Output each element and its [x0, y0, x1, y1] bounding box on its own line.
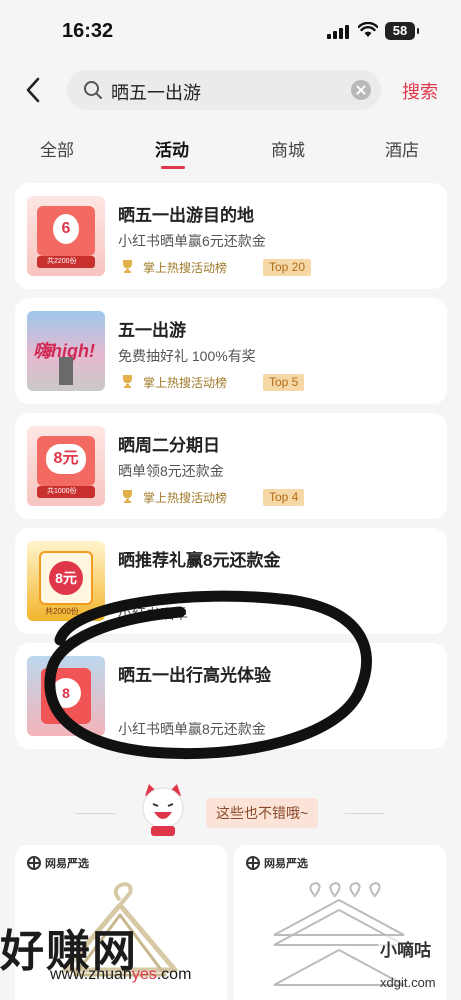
thumb-caption: 共1000份 [47, 488, 77, 495]
activity-thumbnail: 6 共2200份 [27, 196, 105, 276]
brand-name: 网易严选 [264, 858, 308, 870]
battery-icon: 58 [385, 22, 419, 40]
thumb-amount: 8 [51, 678, 81, 708]
search-button[interactable]: 搜索 [402, 78, 438, 104]
rank-badge: Top 20 [263, 259, 312, 276]
status-bar: 16:32 58 [0, 0, 461, 60]
activity-title: 五一出游 [118, 321, 186, 340]
rank-label: 掌上热搜活动榜 [143, 376, 228, 390]
tab-activity[interactable]: 活动 [155, 136, 189, 161]
wifi-icon [358, 22, 378, 37]
tab-mall[interactable]: 商城 [271, 136, 305, 161]
cellular-signal-icon [327, 25, 351, 39]
watermark-right-url: xdgit.com [380, 975, 436, 990]
search-query: 晒五一出游 [111, 83, 201, 103]
tab-hotel[interactable]: 酒店 [385, 136, 419, 161]
recommend-label: 这些也不错哦~ [206, 798, 319, 828]
activity-subtitle: 小红书晒单赢8元还款金 [118, 721, 266, 737]
activity-thumbnail: 8元 共1000份 [27, 426, 105, 506]
search-header: 晒五一出游 搜索 [0, 60, 461, 122]
thumb-amount: 8元 [49, 561, 83, 595]
activity-title: 晒五一出游目的地 [118, 206, 254, 225]
thumb-caption: 共2200份 [47, 258, 77, 265]
activity-subtitle: 晒单领8元还款金 [118, 463, 224, 479]
active-tab-indicator [161, 166, 185, 169]
activity-thumbnail: 8元 共2000份 [27, 541, 105, 621]
rank-label: 掌上热搜活动榜 [143, 261, 228, 275]
back-icon[interactable] [20, 74, 48, 106]
activity-subtitle: 免费抽好礼 100%有奖 [118, 348, 256, 364]
activity-subtitle: 小红书晒单赢6元还款金 [118, 233, 266, 249]
rank-badge: Top 4 [263, 489, 305, 506]
clear-icon[interactable] [351, 80, 371, 100]
thumb-caption: 共2000份 [45, 607, 79, 616]
cat-mascot-icon [142, 784, 184, 836]
activity-thumbnail: 嗨high! [27, 311, 105, 391]
activity-title: 晒周二分期日 [118, 436, 220, 455]
status-time: 16:32 [62, 20, 114, 42]
activity-card[interactable]: 6 共2200份 晒五一出游目的地 小红书晒单赢6元还款金 掌上热搜活动榜 To… [15, 183, 447, 289]
thumb-amount: 6 [53, 214, 79, 244]
recommend-divider: 这些也不错哦~ [0, 780, 461, 840]
watermark-right: 小嘀咕 [378, 936, 433, 961]
rank-label: 掌上热搜活动榜 [143, 491, 228, 505]
tab-all[interactable]: 全部 [40, 136, 74, 161]
search-icon [84, 81, 102, 99]
watermark-left-url: www.zhuanyes.com [50, 966, 192, 983]
brand-name: 网易严选 [45, 858, 89, 870]
activity-card[interactable]: 嗨high! 五一出游 免费抽好礼 100%有奖 掌上热搜活动榜 Top 5 [15, 298, 447, 404]
trophy-icon [123, 260, 132, 273]
activity-card[interactable]: 8元 共1000份 晒周二分期日 晒单领8元还款金 掌上热搜活动榜 Top 4 [15, 413, 447, 519]
trophy-icon [123, 490, 132, 503]
brand-logo-icon [246, 856, 260, 870]
activity-card[interactable]: 8 晒五一出行高光体验 小红书晒单赢8元还款金 [15, 643, 447, 749]
brand-logo-icon [27, 856, 41, 870]
rank-badge: Top 5 [263, 374, 305, 391]
activity-card[interactable]: 8元 共2000份 晒推荐礼赢8元还款金 小红书晒单 [15, 528, 447, 634]
trophy-icon [123, 375, 132, 388]
activity-thumbnail: 8 [27, 656, 105, 736]
thumb-amount: 8元 [46, 444, 86, 474]
activity-title: 晒五一出行高光体验 [118, 666, 271, 685]
search-input[interactable]: 晒五一出游 [67, 70, 381, 110]
activity-title: 晒推荐礼赢8元还款金 [118, 551, 281, 570]
category-tabs: 全部 活动 商城 酒店 [0, 122, 461, 170]
activity-subtitle: 小红书晒单 [118, 606, 188, 622]
